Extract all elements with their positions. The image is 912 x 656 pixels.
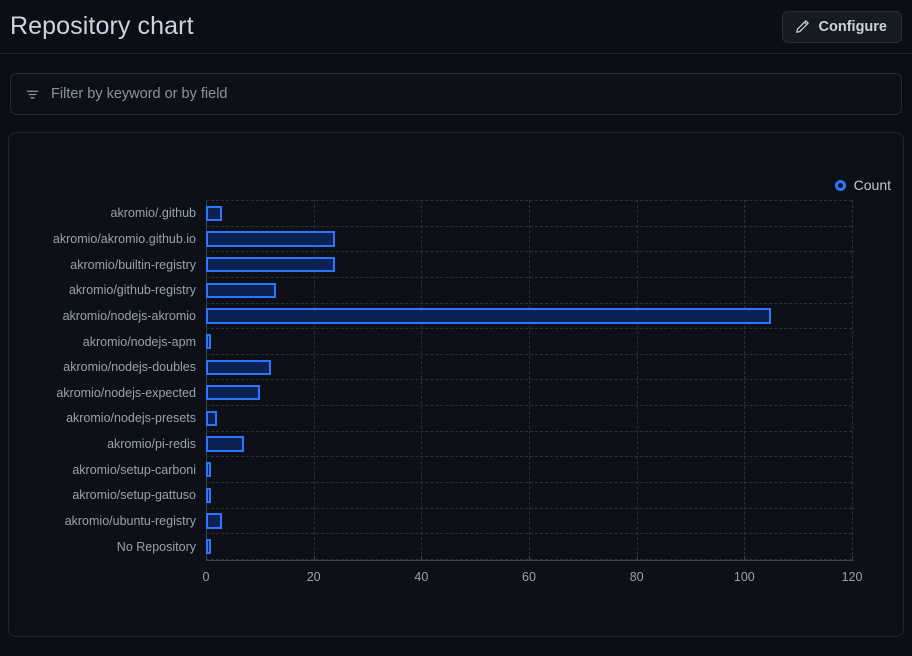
page-header: Repository chart Configure — [0, 0, 912, 54]
x-tick-mark-60 — [529, 556, 530, 561]
chart-row: akromio/github-registry — [69, 276, 852, 303]
bar-akromio-ubuntu-registry[interactable] — [206, 513, 223, 529]
bar-akromio-github-registry[interactable] — [206, 282, 276, 298]
bar-akromio-nodejs-expected[interactable] — [206, 385, 260, 401]
bar-akromio-nodejs-presets[interactable] — [206, 410, 217, 427]
y-axis-label: akromio/nodejs-expected — [56, 385, 196, 400]
pencil-icon — [795, 19, 810, 34]
chart-row: akromio/setup-carboni — [72, 456, 852, 482]
chart-x-axis: 0 20 40 60 80 100 120 — [203, 556, 862, 584]
y-axis-label: akromio/akromio.github.io — [52, 231, 196, 246]
y-axis-label: akromio/builtin-registry — [70, 257, 196, 272]
chart-row: akromio/nodejs-doubles — [63, 353, 852, 380]
chart-plot-area: akromio/.github akromio/akromio.github.io… — [53, 200, 862, 584]
chart-row: akromio/nodejs-akromio — [63, 302, 852, 329]
configure-button[interactable]: Configure — [781, 10, 902, 43]
chart-row: akromio/setup-gattuso — [72, 482, 852, 508]
y-axis-label: akromio/ubuntu-registry — [64, 514, 196, 528]
y-axis-label: akromio/setup-carboni — [72, 462, 196, 477]
x-tick-mark-40 — [421, 556, 423, 561]
chart-row: akromio/nodejs-expected — [56, 379, 852, 405]
bar-akromio-nodejs-doubles[interactable] — [206, 359, 271, 375]
legend-marker-count — [834, 179, 846, 191]
gridline-x-120 — [852, 200, 853, 560]
bar-akromio-builtin-registry[interactable] — [206, 256, 336, 273]
chart-bar-rows: akromio/.github akromio/akromio.github.io… — [53, 200, 852, 560]
bar-akromio-nodejs-apm[interactable] — [206, 333, 212, 350]
x-tick-mark-80 — [636, 556, 638, 561]
x-tick-label-120: 120 — [841, 570, 863, 584]
search-input[interactable] — [51, 86, 887, 102]
y-axis-label: akromio/nodejs-doubles — [63, 360, 196, 375]
x-tick-label-60: 60 — [522, 570, 536, 584]
x-tick-mark-20 — [313, 556, 315, 561]
bar-akromio-github[interactable] — [206, 205, 223, 221]
legend-label-count: Count — [853, 177, 891, 193]
filter-section — [0, 54, 912, 115]
chart-row: akromio/.github — [111, 200, 852, 226]
bar-akromio-setup-carboni[interactable] — [206, 462, 212, 478]
x-tick-label-40: 40 — [414, 570, 429, 584]
x-tick-label-100: 100 — [733, 570, 755, 584]
filter-icon — [25, 87, 40, 102]
x-tick-label-20: 20 — [306, 570, 321, 584]
bar-no-repository[interactable] — [206, 539, 212, 555]
bar-akromio-setup-gattuso[interactable] — [206, 487, 212, 503]
y-axis-label: akromio/github-registry — [68, 283, 196, 298]
y-axis-label: akromio/nodejs-apm — [82, 334, 196, 349]
bar-akromio-pi-redis[interactable] — [206, 436, 244, 452]
x-tick-mark-0 — [206, 556, 207, 561]
x-tick-mark-100 — [744, 556, 746, 561]
x-tick-label-0: 0 — [202, 570, 210, 584]
chart-row: akromio/pi-redis — [107, 430, 852, 457]
y-axis-label: akromio/nodejs-akromio — [62, 308, 196, 323]
chart-row: akromio/builtin-registry — [70, 251, 852, 277]
y-axis-label: akromio/setup-gattuso — [72, 488, 196, 503]
x-tick-label-80: 80 — [629, 570, 644, 584]
chart-row: akromio/akromio.github.io — [53, 225, 852, 252]
filter-bar[interactable] — [10, 73, 902, 115]
y-axis-label: akromio/.github — [110, 206, 196, 221]
bar-akromio-nodejs-akromio[interactable] — [206, 308, 772, 324]
chart-legend[interactable]: Count — [834, 177, 891, 193]
chart-panel-wrap: Count akromio/.github akromio/akromio.git… — [0, 115, 912, 637]
x-tick-mark-120 — [852, 556, 853, 561]
chart-row: akromio/ubuntu-registry — [65, 507, 852, 534]
y-axis-label: akromio/nodejs-presets — [66, 411, 196, 426]
chart-row: akromio/nodejs-apm — [83, 328, 852, 354]
page-title: Repository chart — [10, 12, 194, 40]
y-axis-label: akromio/pi-redis — [107, 437, 196, 452]
y-axis-label: No Repository — [116, 539, 196, 554]
chart-panel: Count akromio/.github akromio/akromio.git… — [8, 132, 904, 637]
bar-akromio-akromio-github-io[interactable] — [206, 231, 336, 247]
chart-row: akromio/nodejs-presets — [66, 405, 852, 431]
configure-button-label: Configure — [818, 18, 887, 35]
